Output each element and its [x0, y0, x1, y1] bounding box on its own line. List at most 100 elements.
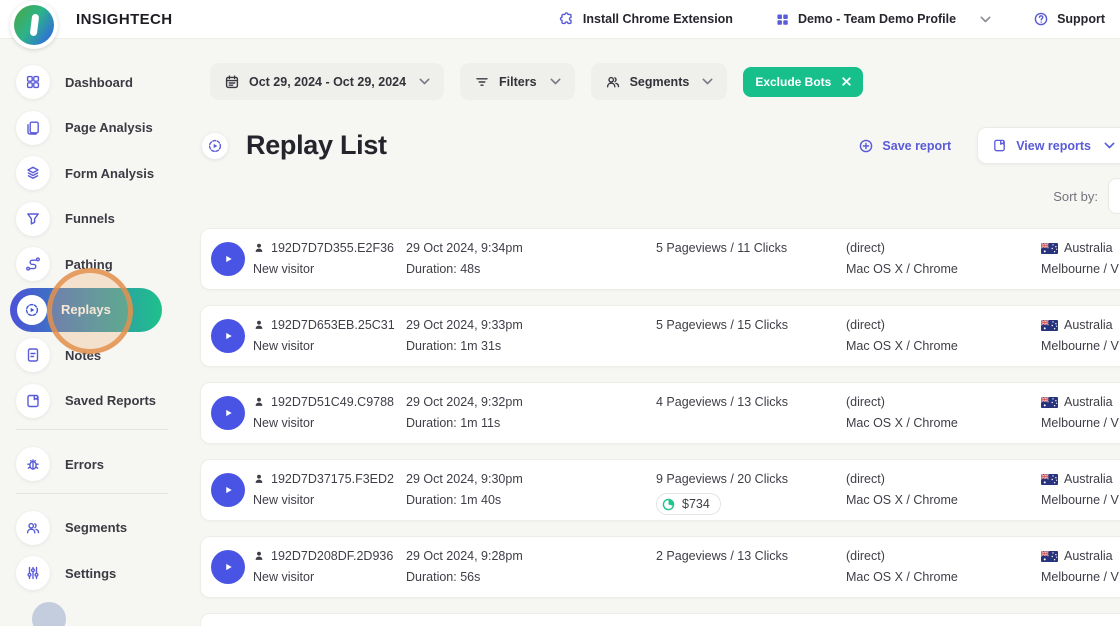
- sort-by-label: Sort by:: [1053, 189, 1098, 204]
- sidebar-item-icon: [16, 202, 50, 236]
- sidebar-item-icon: [16, 511, 50, 545]
- view-reports-button[interactable]: View reports: [977, 127, 1120, 164]
- visitor-cell: 192D7D208DF.2D936 New visitor: [253, 548, 393, 585]
- session-datetime: 29 Oct 2024, 9:33pm: [406, 317, 523, 333]
- visitor-cell: 192D7D37175.F3ED2 New visitor: [253, 471, 394, 508]
- person-icon: [253, 319, 265, 331]
- sidebar-item[interactable]: Notes: [16, 338, 196, 372]
- traffic-source: (direct): [846, 471, 885, 487]
- title-actions: Save report View reports: [858, 127, 1120, 164]
- puzzle-icon: [559, 11, 575, 27]
- sidebar-item[interactable]: Pathing: [16, 247, 196, 281]
- visitor-type: New visitor: [253, 261, 394, 277]
- replay-row[interactable]: 192D7D51C49.C9788 New visitor 29 Oct 202…: [200, 382, 1120, 444]
- sidebar-item-label: Segments: [65, 520, 127, 535]
- traffic-source: (direct): [846, 548, 885, 564]
- session-duration: Duration: 56s: [406, 569, 523, 585]
- sidebar-item[interactable]: Form Analysis: [16, 156, 196, 190]
- os-browser: Mac OS X / Chrome: [846, 569, 958, 585]
- play-icon: [221, 483, 235, 497]
- chevron-down-icon: [702, 78, 713, 85]
- sidebar-item-label: Dashboard: [65, 75, 133, 90]
- sidebar-item[interactable]: Dashboard: [16, 65, 196, 99]
- session-datetime: 29 Oct 2024, 9:30pm: [406, 471, 523, 487]
- sidebar-item[interactable]: Replays: [10, 288, 162, 332]
- save-report-button[interactable]: Save report: [858, 138, 951, 154]
- play-button[interactable]: [211, 473, 245, 507]
- install-extension-label: Install Chrome Extension: [583, 12, 733, 26]
- sidebar-item[interactable]: Page Analysis: [16, 111, 196, 145]
- sidebar-item-icon: [16, 556, 50, 590]
- chevron-down-icon: [980, 16, 991, 23]
- replay-row[interactable]: 192D7D653EB.25C31 New visitor 29 Oct 202…: [200, 305, 1120, 367]
- location-cell: Australia Melbourne / VIC: [1041, 317, 1120, 354]
- sidebar-item-label: Funnels: [65, 211, 115, 226]
- sidebar-item-icon: [16, 65, 50, 99]
- replay-icon: [207, 138, 223, 154]
- sidebar-divider: [16, 493, 168, 494]
- replay-row[interactable]: 192D7D7D355.E2F36 New visitor 29 Oct 202…: [200, 228, 1120, 290]
- replay-row[interactable]: 192D7D208DF.2D936 New visitor 29 Oct 202…: [200, 536, 1120, 598]
- session-duration: Duration: 1m 40s: [406, 492, 523, 508]
- activity-cell: 4 Pageviews / 13 Clicks: [656, 394, 788, 415]
- sidebar-item[interactable]: Funnels: [16, 202, 196, 236]
- title-row: Replay List Save report View reports: [202, 127, 1120, 164]
- country: Australia: [1064, 394, 1113, 410]
- person-icon: [253, 550, 265, 562]
- view-reports-label: View reports: [1016, 139, 1091, 153]
- filters-button[interactable]: Filters: [460, 63, 575, 100]
- australia-flag-icon: [1041, 474, 1058, 485]
- location-cell: Australia Melbourne / VIC: [1041, 471, 1120, 508]
- sidebar-item-icon: [16, 156, 50, 190]
- sidebar-item-label: Saved Reports: [65, 393, 156, 408]
- os-browser: Mac OS X / Chrome: [846, 261, 958, 277]
- date-range-picker[interactable]: Oct 29, 2024 - Oct 29, 2024: [210, 63, 444, 100]
- people-icon: [605, 74, 621, 90]
- pageviews-clicks: 2 Pageviews / 13 Clicks: [656, 548, 788, 564]
- sort-order-button[interactable]: [1108, 178, 1120, 214]
- sidebar-item[interactable]: Settings: [16, 556, 196, 590]
- replay-title-icon: [202, 133, 228, 159]
- visitor-cell: 192D7D51C49.C9788 New visitor: [253, 394, 394, 431]
- top-header: INSIGHTECH Install Chrome Extension Demo…: [0, 0, 1120, 39]
- sidebar-item-icon: [16, 247, 50, 281]
- location-cell: Australia Melbourne / VIC: [1041, 394, 1120, 431]
- session-datetime: 29 Oct 2024, 9:32pm: [406, 394, 523, 410]
- traffic-source: (direct): [846, 240, 885, 256]
- australia-flag-icon: [1041, 320, 1058, 331]
- filters-label: Filters: [499, 75, 537, 89]
- sidebar-item-label: Notes: [65, 348, 101, 363]
- segments-button[interactable]: Segments: [591, 63, 728, 100]
- play-button[interactable]: [211, 550, 245, 584]
- play-button[interactable]: [211, 242, 245, 276]
- replay-row[interactable]: 192D7D37175.F3ED2 New visitor 29 Oct 202…: [200, 459, 1120, 521]
- sidebar-item[interactable]: Saved Reports: [16, 384, 196, 418]
- sidebar-item[interactable]: Segments: [16, 511, 196, 545]
- pageviews-clicks: 5 Pageviews / 11 Clicks: [656, 240, 787, 256]
- sidebar-item[interactable]: Errors: [16, 447, 196, 481]
- session-duration: Duration: 1m 11s: [406, 415, 523, 431]
- support-link[interactable]: Support: [1033, 11, 1105, 27]
- exclude-bots-badge[interactable]: Exclude Bots: [743, 67, 863, 97]
- visitor-cell: 192D7D653EB.25C31 New visitor: [253, 317, 395, 354]
- source-cell: (direct) Mac OS X / Chrome: [846, 548, 958, 585]
- play-button[interactable]: [211, 396, 245, 430]
- close-icon[interactable]: [842, 77, 851, 86]
- sidebar-divider: [16, 429, 168, 430]
- chevron-down-icon: [1104, 142, 1115, 149]
- sidebar-item-icon: [16, 111, 50, 145]
- play-icon: [221, 252, 235, 266]
- sidebar-nav: Dashboard Page Analysis Form Analysis Fu…: [0, 39, 196, 626]
- play-button[interactable]: [211, 319, 245, 353]
- replay-list: 192D7D7D355.E2F36 New visitor 29 Oct 202…: [200, 228, 1120, 598]
- replay-row-partial[interactable]: [200, 613, 1120, 626]
- install-chrome-extension-link[interactable]: Install Chrome Extension: [559, 11, 733, 27]
- logo-swirl: [14, 5, 54, 45]
- main-content: Oct 29, 2024 - Oct 29, 2024 Filters Segm…: [196, 39, 1120, 626]
- country: Australia: [1064, 471, 1113, 487]
- coin-icon: [661, 497, 676, 512]
- insightech-logo-icon[interactable]: [10, 1, 58, 49]
- profile-selector[interactable]: Demo - Team Demo Profile: [775, 12, 991, 27]
- city-state: Melbourne / VIC: [1041, 492, 1120, 508]
- source-cell: (direct) Mac OS X / Chrome: [846, 471, 958, 508]
